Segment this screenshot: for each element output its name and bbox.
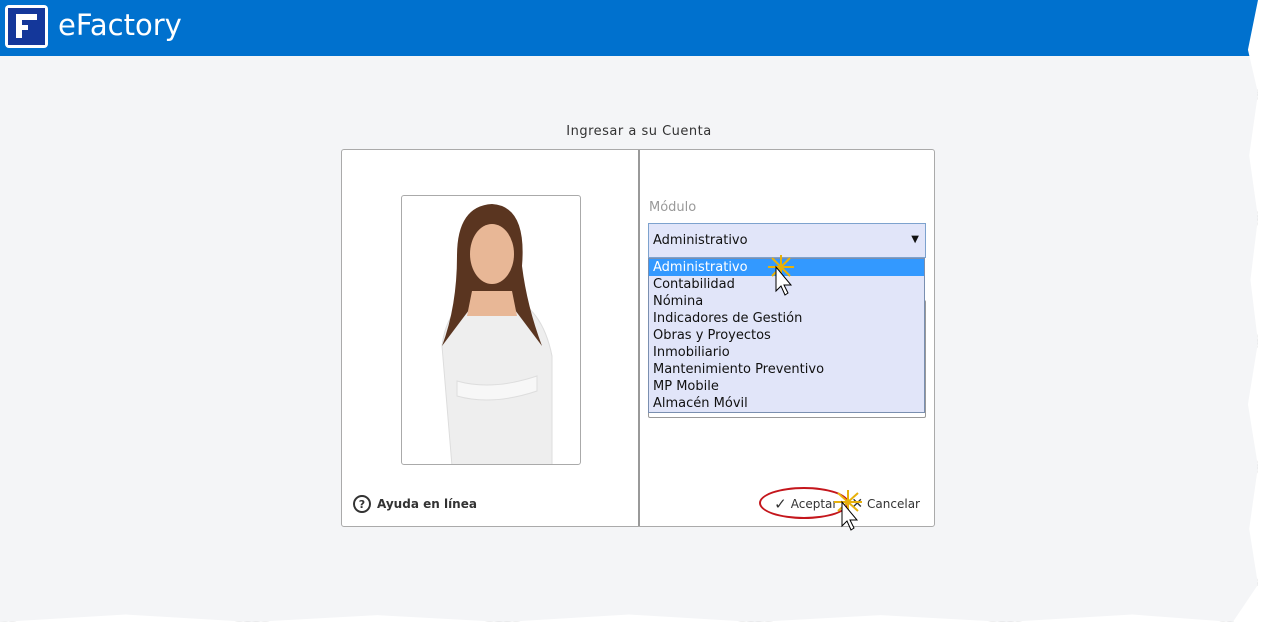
login-panel: ? Ayuda en línea Módulo Administrativo ▼… xyxy=(341,149,935,527)
panel-divider xyxy=(638,150,640,526)
module-option[interactable]: Mantenimiento Preventivo xyxy=(649,361,924,378)
online-help-link[interactable]: ? Ayuda en línea xyxy=(353,495,477,513)
module-label: Módulo xyxy=(649,200,697,215)
app-title: eFactory xyxy=(58,8,182,42)
check-icon: ✓ xyxy=(774,495,787,513)
accept-label: Aceptar xyxy=(790,497,838,511)
dropdown-arrow-icon: ▼ xyxy=(911,234,919,245)
module-option[interactable]: MP Mobile xyxy=(649,378,924,395)
efactory-logo xyxy=(5,5,48,48)
click-cursor-icon xyxy=(834,490,862,531)
cancel-label: Cancelar xyxy=(867,497,920,511)
module-option[interactable]: Inmobiliario xyxy=(649,344,924,361)
login-title: Ingresar a su Cuenta xyxy=(566,124,712,139)
page: eFactory Ingresar a su Cuenta ? Ayuda en… xyxy=(0,0,1258,622)
online-help-label: Ayuda en línea xyxy=(377,497,477,511)
module-selected-value: Administrativo xyxy=(653,233,748,248)
module-option[interactable]: Indicadores de Gestión xyxy=(649,310,924,327)
click-cursor-icon xyxy=(768,255,794,296)
app-header: eFactory xyxy=(0,0,1258,56)
question-icon: ? xyxy=(353,495,371,513)
module-select[interactable]: Administrativo ▼ xyxy=(648,223,926,258)
module-option[interactable]: Obras y Proyectos xyxy=(649,327,924,344)
user-photo xyxy=(401,195,581,465)
accept-button[interactable]: ✓ Aceptar xyxy=(774,495,837,513)
module-option[interactable]: Almacén Móvil xyxy=(649,395,924,412)
